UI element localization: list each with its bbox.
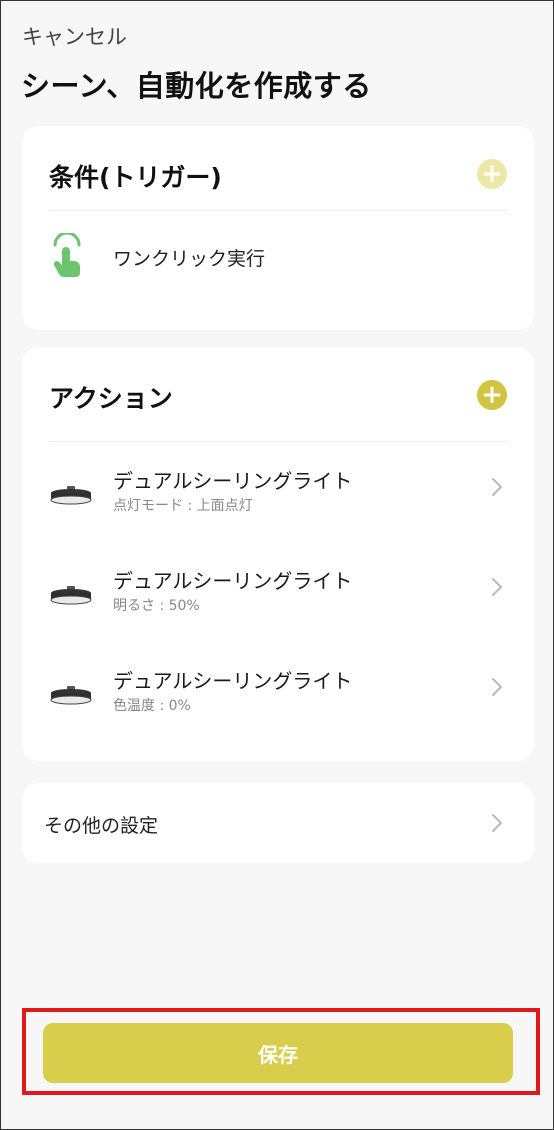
chevron-right-icon	[491, 477, 503, 501]
add-condition-button[interactable]: +	[477, 159, 507, 189]
chevron-right-icon	[491, 677, 503, 701]
cancel-button[interactable]: キャンセル	[22, 21, 127, 51]
action-detail: 色温度 : 0%	[113, 698, 191, 714]
divider	[49, 441, 507, 442]
actions-heading: アクション	[49, 384, 173, 413]
conditions-heading: 条件(トリガー)	[49, 163, 222, 192]
other-settings-label: その他の設定	[44, 815, 159, 837]
action-item[interactable]: デュアルシーリングライト 色温度 : 0%	[49, 665, 507, 725]
action-detail: 点灯モード : 上面点灯	[113, 498, 253, 514]
create-scene-screen: キャンセル シーン、自動化を作成する 条件(トリガー) + ワンクリック実行 ア…	[0, 0, 554, 1130]
plus-icon: +	[481, 159, 503, 189]
save-button[interactable]: 保存	[43, 1023, 513, 1083]
action-detail: 明るさ : 50%	[113, 598, 200, 614]
action-item[interactable]: デュアルシーリングライト 明るさ : 50%	[49, 565, 507, 625]
conditions-card: 条件(トリガー) + ワンクリック実行	[22, 126, 534, 330]
chevron-right-icon	[491, 813, 503, 837]
chevron-right-icon	[491, 577, 503, 601]
action-title: デュアルシーリングライト	[113, 569, 353, 593]
ceiling-light-icon	[49, 685, 93, 711]
tap-hand-icon	[49, 231, 85, 281]
trigger-label: ワンクリック実行	[113, 247, 266, 270]
ceiling-light-icon	[49, 485, 93, 511]
actions-card: アクション + デュアルシーリングライト 点灯モード : 上面点灯 デュアルシー…	[22, 347, 534, 761]
other-settings-row[interactable]: その他の設定	[22, 783, 534, 863]
save-button-highlight: 保存	[22, 1008, 540, 1095]
trigger-one-click[interactable]: ワンクリック実行	[49, 231, 507, 281]
add-action-button[interactable]: +	[477, 380, 507, 410]
action-title: デュアルシーリングライト	[113, 469, 353, 493]
divider	[49, 210, 507, 211]
action-title: デュアルシーリングライト	[113, 669, 353, 693]
plus-icon: +	[481, 380, 503, 410]
ceiling-light-icon	[49, 585, 93, 611]
page-title: シーン、自動化を作成する	[21, 69, 372, 103]
action-item[interactable]: デュアルシーリングライト 点灯モード : 上面点灯	[49, 465, 507, 525]
